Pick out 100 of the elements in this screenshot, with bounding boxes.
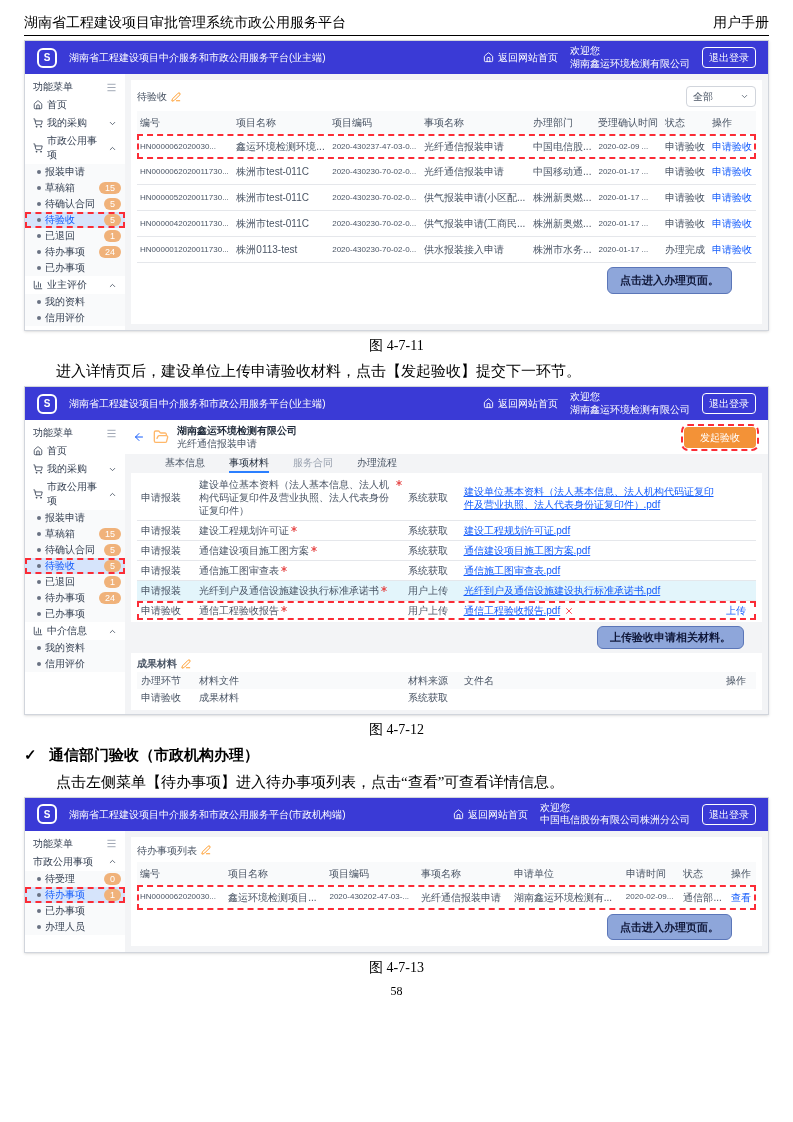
table-cell: 光纤通信报装申请 bbox=[420, 134, 531, 159]
action-link[interactable]: 申请验收 bbox=[709, 184, 756, 211]
caret-icon bbox=[740, 92, 749, 101]
menu-item[interactable]: 已退回 1 bbox=[25, 228, 125, 244]
menu-group[interactable]: 中介信息 bbox=[25, 622, 125, 640]
table-cell: 申请验收 bbox=[662, 159, 710, 185]
menu-item[interactable]: 信用评价 bbox=[25, 656, 125, 672]
menu-group[interactable]: 我的采购 bbox=[25, 460, 125, 478]
table-cell-text: 建设单位基本资料（法人基本信息、法人机构代码证复印件及营业执照、法人代表身份证复印件） bbox=[199, 478, 390, 517]
home-link[interactable]: 返回网站首页 bbox=[483, 396, 558, 411]
column-header: 项目名称 bbox=[225, 861, 327, 885]
menu-icon[interactable] bbox=[106, 81, 117, 93]
menu-icon[interactable] bbox=[106, 427, 117, 439]
header-title: 湖南省工程建设项目审批管理系统市政公用服务平台 bbox=[24, 14, 346, 32]
pen-icon bbox=[201, 845, 211, 855]
table-cell: 2020-430230-70-02-0... bbox=[329, 210, 421, 237]
menu-item[interactable]: 已办事项 bbox=[25, 260, 125, 276]
table-cell: 株洲市test-011C bbox=[233, 159, 330, 185]
action-link[interactable]: 申请验收 bbox=[709, 236, 756, 263]
menu-item[interactable]: 已退回 1 bbox=[25, 574, 125, 590]
file-link[interactable]: 通信建设项目施工图方案.pdf bbox=[463, 544, 591, 557]
home-link[interactable]: 返回网站首页 bbox=[453, 806, 528, 822]
menu-item[interactable]: 草稿箱 15 bbox=[25, 180, 125, 196]
home-link[interactable]: 返回网站首页 bbox=[483, 50, 558, 65]
cart-icon bbox=[33, 489, 43, 499]
table-cell: 申请验收 bbox=[662, 134, 710, 159]
menu-item-label: 待办事项 bbox=[45, 591, 86, 605]
tab[interactable]: 办理流程 bbox=[357, 454, 397, 473]
table-cell: 申请验收 bbox=[662, 210, 710, 237]
bullet-icon bbox=[37, 646, 41, 650]
menu-item[interactable]: 待办事项 1 bbox=[25, 886, 125, 903]
table-cell: 办理完成 bbox=[662, 236, 710, 263]
menu-item[interactable]: 办理人员 bbox=[25, 918, 125, 935]
menu-item[interactable]: 待受理 0 bbox=[25, 870, 125, 887]
back-arrow-icon[interactable] bbox=[133, 431, 145, 443]
menu-item[interactable]: 报装申请 bbox=[25, 164, 125, 180]
bullet-icon bbox=[37, 516, 41, 520]
menu-item[interactable]: 待确认合同 5 bbox=[25, 542, 125, 558]
menu-group[interactable]: 市政公用事项 bbox=[25, 132, 125, 164]
menu-item[interactable]: 待办事项 24 bbox=[25, 590, 125, 606]
menu-item[interactable]: 待确认合同 5 bbox=[25, 196, 125, 212]
filter-select[interactable]: 全部 bbox=[686, 86, 756, 107]
menu-group[interactable]: 市政公用事项 bbox=[25, 852, 125, 871]
menu-item[interactable]: 待验收 5 bbox=[25, 558, 125, 574]
table-cell: 通信工程验收报告 bbox=[199, 604, 279, 617]
table-cell-text: 申请报装 bbox=[141, 584, 182, 597]
table-cell: HN0000042020011730... bbox=[137, 210, 234, 237]
count-badge: 0 bbox=[104, 872, 121, 885]
logout-button[interactable]: 退出登录 bbox=[702, 803, 756, 825]
count-badge: 1 bbox=[104, 576, 121, 588]
menu-icon[interactable] bbox=[106, 838, 117, 849]
cart-icon bbox=[33, 143, 43, 153]
file-link[interactable]: 光纤到户及通信设施建设执行标准承诺书.pdf bbox=[463, 584, 661, 597]
column-header: 文件名 bbox=[463, 674, 495, 687]
logout-button[interactable]: 退出登录 bbox=[702, 47, 756, 68]
table-cell: 通信部... bbox=[680, 884, 729, 910]
delete-icon[interactable] bbox=[564, 605, 575, 616]
menu-item[interactable]: 我的资料 bbox=[25, 640, 125, 656]
menu-item[interactable]: 待办事项 24 bbox=[25, 244, 125, 260]
menu-item-label: 已办事项 bbox=[45, 607, 86, 621]
bullet-icon bbox=[37, 170, 41, 174]
logout-button[interactable]: 退出登录 bbox=[702, 393, 756, 414]
menu-item[interactable]: 草稿箱 15 bbox=[25, 526, 125, 542]
file-link[interactable]: 通信工程验收报告.pdf bbox=[463, 604, 561, 617]
table-cell-text: 申请报装 bbox=[141, 544, 182, 557]
table-cell: 中国电信股... bbox=[530, 134, 596, 159]
menu-label: 市政公用事项 bbox=[47, 134, 98, 162]
menu-item[interactable]: 信用评价 bbox=[25, 310, 125, 326]
figure-caption: 图 4-7-13 bbox=[368, 959, 425, 977]
table-cell-text: 系统获取 bbox=[407, 564, 449, 577]
menu-group[interactable]: 首页 bbox=[25, 96, 125, 114]
column-header: 编号 bbox=[137, 861, 226, 885]
company-title: 湖南鑫运环境检测有限公司 bbox=[177, 424, 298, 437]
menu-item[interactable]: 我的资料 bbox=[25, 294, 125, 310]
tab[interactable]: 基本信息 bbox=[165, 454, 205, 473]
bullet-icon bbox=[37, 266, 41, 270]
action-link[interactable]: 申请验收 bbox=[709, 159, 756, 185]
action-link[interactable]: 查看 bbox=[728, 884, 756, 910]
folder-icon bbox=[153, 429, 169, 445]
action-link[interactable]: 申请验收 bbox=[709, 134, 756, 159]
file-link[interactable]: 建设工程规划许可证.pdf bbox=[463, 524, 571, 537]
menu-group[interactable]: 我的采购 bbox=[25, 114, 125, 132]
menu-item[interactable]: 已办事项 bbox=[25, 606, 125, 622]
action-link[interactable]: 申请验收 bbox=[709, 210, 756, 237]
menu-item[interactable]: 报装申请 bbox=[25, 510, 125, 526]
file-link[interactable]: 通信施工图审查表.pdf bbox=[463, 564, 561, 577]
table-cell: HN0000062020011730... bbox=[137, 159, 234, 185]
menu-item[interactable]: 已办事项 bbox=[25, 902, 125, 919]
file-link[interactable]: 建设单位基本资料（法人基本信息、法人机构代码证复印件及营业执照、法人代表身份证复印件）.pdf bbox=[463, 484, 720, 511]
table-cell: HN0000052020011730... bbox=[137, 184, 234, 211]
menu-group[interactable]: 市政公用事项 bbox=[25, 478, 125, 510]
sidebar-title: 功能菜单 bbox=[33, 426, 73, 440]
table-cell: 2020-01-17 ... bbox=[595, 159, 663, 185]
upload-link[interactable]: 上传 bbox=[726, 604, 752, 617]
menu-group[interactable]: 首页 bbox=[25, 442, 125, 460]
column-header: 操作 bbox=[726, 674, 747, 687]
menu-item[interactable]: 待验收 5 bbox=[25, 212, 125, 228]
home-icon bbox=[33, 446, 43, 456]
menu-item-label: 办理人员 bbox=[45, 919, 86, 934]
menu-group[interactable]: 业主评价 bbox=[25, 276, 125, 294]
